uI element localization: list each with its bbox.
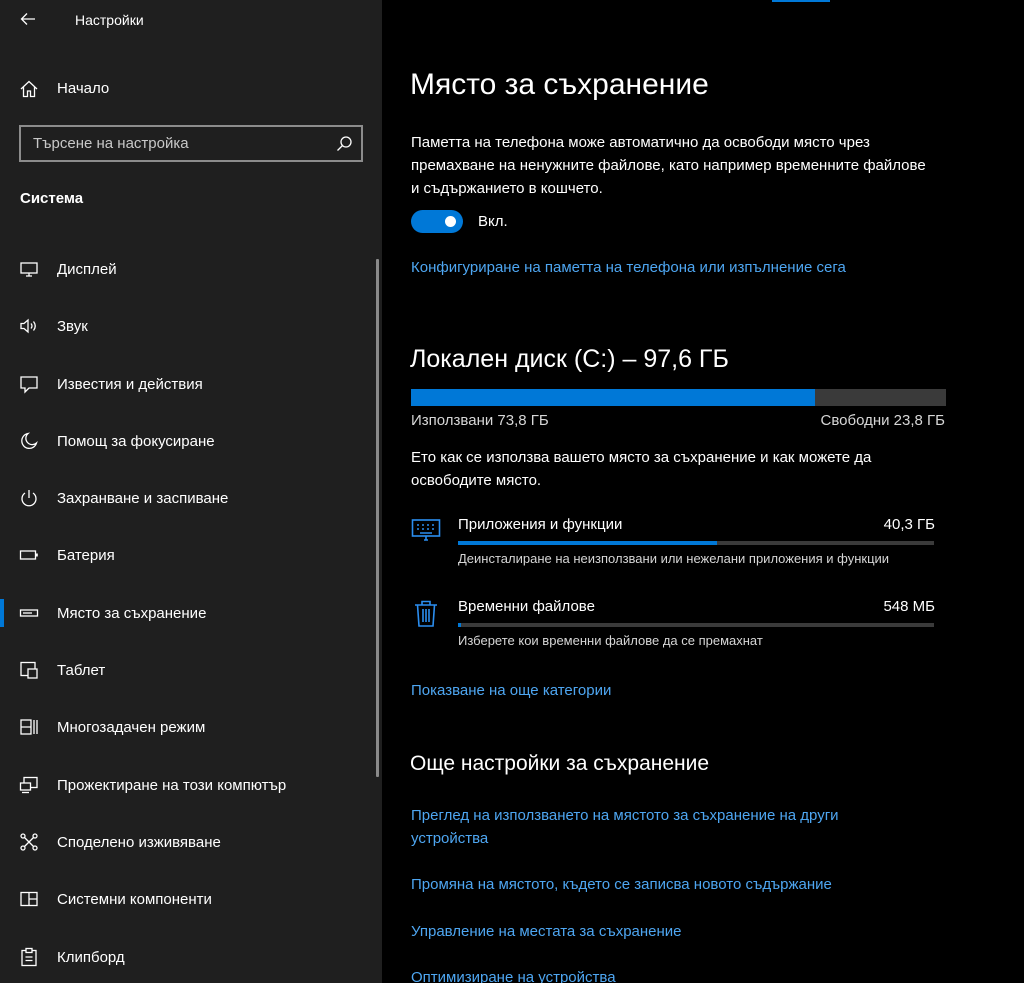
sidebar-item-label: Системни компоненти bbox=[57, 891, 212, 909]
disk-usage-fill bbox=[411, 389, 816, 406]
back-button[interactable] bbox=[14, 6, 42, 32]
sidebar-item-clipboard[interactable]: Клипборд bbox=[0, 929, 376, 983]
sidebar-item-label: Споделено изживяване bbox=[57, 833, 221, 851]
sidebar-item-label: Звук bbox=[57, 318, 88, 336]
view-other-drives-link[interactable]: Преглед на използването на мястото за съ… bbox=[411, 804, 911, 850]
selection-indicator bbox=[0, 598, 4, 627]
category-name: Приложения и функции bbox=[458, 516, 623, 533]
sidebar-item-system-components[interactable]: Системни компоненти bbox=[0, 871, 376, 928]
category-subtitle: Изберете кои временни файлове да се прем… bbox=[458, 633, 763, 648]
category-subtitle: Деинсталиране на неизползвани или нежела… bbox=[458, 551, 890, 566]
title-bar: Настройки bbox=[0, 0, 382, 40]
battery-icon bbox=[19, 550, 38, 561]
projecting-icon bbox=[19, 776, 38, 793]
search-box bbox=[19, 125, 363, 162]
disk-title: Локален диск (C:) – 97,6 ГБ bbox=[410, 345, 729, 373]
category-size: 548 МБ bbox=[883, 598, 935, 615]
section-title: Система bbox=[20, 190, 84, 207]
toggle-knob bbox=[445, 216, 456, 227]
components-icon bbox=[20, 892, 38, 907]
nav-list: Дисплей Звук Известия и действия Помощ з… bbox=[0, 241, 376, 983]
sidebar: Настройки Начало Система Дисплей bbox=[0, 0, 382, 983]
sidebar-item-label: Клипборд bbox=[57, 948, 125, 966]
configure-storage-sense-link[interactable]: Конфигуриране на паметта на телефона или… bbox=[411, 256, 846, 279]
sidebar-item-label: Таблет bbox=[57, 662, 106, 680]
category-usage-fill bbox=[458, 541, 718, 545]
speaker-icon bbox=[20, 318, 36, 334]
manage-storage-spaces-link[interactable]: Управление на местата за съхранение bbox=[411, 920, 682, 943]
change-save-location-link[interactable]: Промяна на мястото, където се записва но… bbox=[411, 873, 832, 896]
sidebar-item-tablet[interactable]: Таблет bbox=[0, 642, 376, 699]
search-icon[interactable] bbox=[336, 135, 353, 152]
clipboard-icon bbox=[21, 947, 37, 966]
notification-icon bbox=[20, 375, 38, 394]
multitask-icon bbox=[20, 719, 38, 736]
disk-used-label: Използвани 73,8 ГБ bbox=[411, 412, 549, 429]
shared-experience-icon bbox=[20, 833, 38, 851]
optimize-drives-link[interactable]: Оптимизиране на устройства bbox=[411, 966, 616, 983]
sidebar-item-display[interactable]: Дисплей bbox=[0, 241, 376, 298]
home-icon bbox=[20, 80, 38, 98]
trash-icon bbox=[415, 600, 437, 627]
category-size: 40,3 ГБ bbox=[883, 516, 935, 533]
category-temporary-files[interactable]: Временни файлове 548 МБ Изберете кои вре… bbox=[411, 598, 941, 658]
page-title: Място за съхранение bbox=[410, 68, 709, 101]
sidebar-item-label: Прожектиране на този компютър bbox=[57, 776, 287, 794]
storage-icon bbox=[19, 609, 39, 617]
sidebar-item-battery[interactable]: Батерия bbox=[0, 527, 376, 584]
sidebar-item-notifications[interactable]: Известия и действия bbox=[0, 356, 376, 413]
sidebar-item-storage[interactable]: Място за съхранение bbox=[0, 585, 376, 642]
toggle-state-label: Вкл. bbox=[478, 213, 508, 230]
sidebar-item-label: Място за съхранение bbox=[57, 604, 207, 622]
sidebar-item-label: Батерия bbox=[57, 547, 115, 565]
show-more-categories-link[interactable]: Показване на още категории bbox=[411, 679, 611, 702]
moon-icon bbox=[21, 432, 38, 449]
category-usage-bar bbox=[458, 541, 934, 545]
storage-sense-description: Паметта на телефона може автоматично да … bbox=[411, 134, 926, 197]
sidebar-item-label: Известия и действия bbox=[57, 375, 203, 393]
sidebar-item-label: Многозадачен режим bbox=[57, 719, 206, 737]
back-arrow-icon bbox=[20, 13, 35, 25]
sidebar-item-multitasking[interactable]: Многозадачен режим bbox=[0, 699, 376, 756]
search-input[interactable] bbox=[21, 127, 321, 160]
sidebar-item-power[interactable]: Захранване и заспиване bbox=[0, 470, 376, 527]
top-accent-line bbox=[772, 0, 830, 2]
sidebar-item-sound[interactable]: Звук bbox=[0, 298, 376, 355]
category-usage-fill bbox=[458, 623, 462, 627]
category-apps-features[interactable]: Приложения и функции 40,3 ГБ Деинсталира… bbox=[411, 516, 941, 576]
sidebar-item-label: Помощ за фокусиране bbox=[57, 432, 215, 450]
disk-free-label: Свободни 23,8 ГБ bbox=[820, 412, 946, 429]
main-content: Място за съхранение Паметта на телефона … bbox=[382, 0, 1024, 983]
sidebar-item-shared-experiences[interactable]: Споделено изживяване bbox=[0, 814, 376, 871]
home-label: Начало bbox=[57, 80, 110, 97]
sidebar-item-label: Захранване и заспиване bbox=[57, 490, 229, 508]
category-name: Временни файлове bbox=[458, 598, 595, 615]
home-nav-item[interactable]: Начало bbox=[0, 68, 382, 108]
tablet-icon bbox=[20, 661, 38, 679]
sidebar-scrollbar[interactable] bbox=[376, 259, 379, 777]
storage-sense-toggle[interactable] bbox=[411, 210, 463, 233]
display-icon bbox=[20, 262, 38, 277]
disk-usage-bar bbox=[411, 389, 946, 406]
power-icon bbox=[21, 490, 37, 507]
usage-description: Ето как се използва вашето място за съхр… bbox=[411, 449, 872, 489]
sidebar-item-label: Дисплей bbox=[57, 261, 117, 278]
category-usage-bar bbox=[458, 623, 934, 627]
more-settings-title: Още настройки за съхранение bbox=[410, 752, 710, 775]
sidebar-item-focus-assist[interactable]: Помощ за фокусиране bbox=[0, 413, 376, 470]
sidebar-item-projecting[interactable]: Прожектиране на този компютър bbox=[0, 757, 376, 814]
settings-window: Настройки Начало Система Дисплей bbox=[0, 0, 1024, 983]
app-title: Настройки bbox=[75, 12, 144, 28]
keyboard-icon bbox=[411, 519, 441, 541]
